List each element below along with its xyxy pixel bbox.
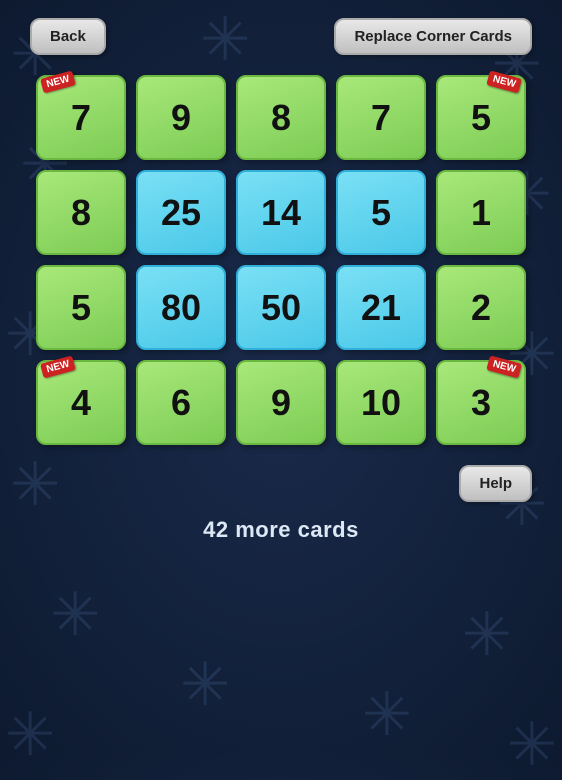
card-value: 10 — [361, 382, 401, 424]
card-2-4[interactable]: 2 — [436, 265, 526, 350]
card-value: 2 — [471, 287, 491, 329]
card-value: 50 — [261, 287, 301, 329]
card-2-3[interactable]: 21 — [336, 265, 426, 350]
card-value: 8 — [271, 97, 291, 139]
card-2-0[interactable]: 5 — [36, 265, 126, 350]
card-value: 7 — [71, 97, 91, 139]
card-1-4[interactable]: 1 — [436, 170, 526, 255]
card-2-2[interactable]: 50 — [236, 265, 326, 350]
card-value: 9 — [271, 382, 291, 424]
card-value: 4 — [71, 382, 91, 424]
new-badge: NEW — [486, 355, 522, 378]
card-3-3[interactable]: 10 — [336, 360, 426, 445]
card-value: 80 — [161, 287, 201, 329]
card-3-4[interactable]: NEW3 — [436, 360, 526, 445]
new-badge: NEW — [486, 70, 522, 93]
card-value: 1 — [471, 192, 491, 234]
main-content: Back Replace Corner Cards NEW7987NEW5825… — [0, 0, 562, 750]
card-0-0[interactable]: NEW7 — [36, 75, 126, 160]
card-1-3[interactable]: 5 — [336, 170, 426, 255]
card-grid: NEW7987NEW5825145158050212NEW46910NEW3 — [36, 75, 526, 445]
card-0-4[interactable]: NEW5 — [436, 75, 526, 160]
replace-corner-cards-button[interactable]: Replace Corner Cards — [334, 18, 532, 55]
grid-row-1: 8 25 14 5 1 — [36, 170, 526, 255]
card-3-2[interactable]: 9 — [236, 360, 326, 445]
grid-row-3: NEW4 6 9 10 NEW3 — [36, 360, 526, 445]
card-0-1[interactable]: 9 — [136, 75, 226, 160]
new-badge: NEW — [40, 355, 76, 378]
card-value: 25 — [161, 192, 201, 234]
card-1-2[interactable]: 14 — [236, 170, 326, 255]
card-0-2[interactable]: 8 — [236, 75, 326, 160]
card-value: 21 — [361, 287, 401, 329]
card-value: 6 — [171, 382, 191, 424]
grid-row-0: NEW7 9 8 7 NEW5 — [36, 75, 526, 160]
help-row: Help — [0, 465, 562, 502]
bottom-area: Help 42 more cards — [0, 465, 562, 543]
top-bar: Back Replace Corner Cards — [0, 0, 562, 65]
help-button[interactable]: Help — [459, 465, 532, 502]
card-2-1[interactable]: 80 — [136, 265, 226, 350]
grid-row-2: 5 80 50 21 2 — [36, 265, 526, 350]
card-value: 14 — [261, 192, 301, 234]
card-3-0[interactable]: NEW4 — [36, 360, 126, 445]
card-value: 9 — [171, 97, 191, 139]
new-badge: NEW — [40, 70, 76, 93]
card-1-0[interactable]: 8 — [36, 170, 126, 255]
card-3-1[interactable]: 6 — [136, 360, 226, 445]
card-0-3[interactable]: 7 — [336, 75, 426, 160]
back-button[interactable]: Back — [30, 18, 106, 55]
card-value: 8 — [71, 192, 91, 234]
card-value: 3 — [471, 382, 491, 424]
card-value: 5 — [71, 287, 91, 329]
card-1-1[interactable]: 25 — [136, 170, 226, 255]
card-value: 7 — [371, 97, 391, 139]
more-cards-label: 42 more cards — [203, 517, 359, 543]
card-value: 5 — [371, 192, 391, 234]
card-value: 5 — [471, 97, 491, 139]
